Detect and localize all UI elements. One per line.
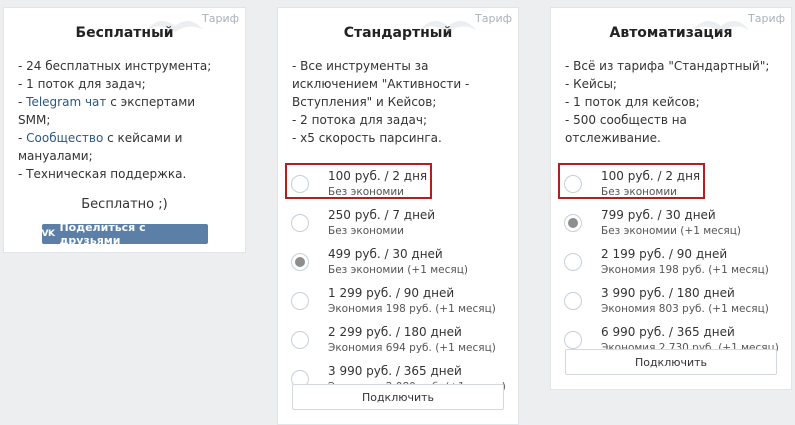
option-note: Без экономии (+1 месяц): [328, 264, 468, 276]
radio-button[interactable]: [291, 214, 309, 232]
feature-line: - 1 поток для кейсов;: [565, 95, 700, 109]
price-option[interactable]: 799 руб. / 30 дней Без экономии (+1 меся…: [551, 208, 791, 247]
option-price: 2 299 руб. / 180 дней: [328, 325, 462, 339]
option-price: 3 990 руб. / 180 дней: [601, 286, 735, 300]
feature-line: - 24 бесплатных инструмента;: [18, 59, 212, 73]
option-note: Экономия 198 руб. (+1 месяц): [601, 264, 769, 276]
feature-list: - 24 бесплатных инструмента; - 1 поток д…: [18, 57, 245, 183]
option-note: Экономия 803 руб. (+1 месяц): [601, 303, 769, 315]
feature-line: - Сообщество с кейсами и: [18, 131, 183, 145]
option-note: Без экономии: [328, 186, 404, 198]
price-option[interactable]: 2 199 руб. / 90 дней Экономия 198 руб. (…: [551, 247, 791, 286]
option-price: 2 199 руб. / 90 дней: [601, 247, 728, 261]
share-with-friends-button[interactable]: VK Поделиться с друзьями: [41, 221, 208, 247]
feature-line: - Telegram чат с экспертами: [18, 95, 196, 109]
option-price: 100 руб. / 2 дня: [601, 169, 701, 183]
bird-watermark-icon: [420, 20, 476, 32]
radio-button[interactable]: [291, 175, 309, 193]
card-title: Стандартный: [343, 25, 453, 41]
card-title: Бесплатный: [75, 25, 174, 41]
community-link[interactable]: Сообщество: [26, 131, 103, 145]
tariff-tag: Тариф: [475, 12, 512, 25]
bird-watermark-icon: [147, 20, 203, 32]
feature-line: мануалами;: [18, 149, 93, 163]
radio-button-selected[interactable]: [564, 214, 582, 232]
radio-button[interactable]: [564, 292, 582, 310]
vk-icon: VK: [41, 229, 55, 239]
feature-line: - Техническая поддержка.: [18, 167, 187, 181]
tariff-card-automation: Тариф Автоматизация - Всё из тарифа "Ста…: [550, 7, 792, 390]
option-price: 3 990 руб. / 365 дней: [328, 364, 462, 378]
free-price-text: Бесплатно ;): [81, 197, 168, 212]
telegram-chat-link[interactable]: Telegram чат: [26, 95, 106, 109]
option-price: 1 299 руб. / 90 дней: [328, 286, 455, 300]
feature-line: исключением "Активности -: [292, 77, 470, 91]
bird-watermark-icon: [693, 20, 749, 32]
radio-button-selected[interactable]: [291, 253, 309, 271]
feature-line: Вступления" и Кейсов;: [292, 95, 437, 109]
feature-list: - Все инструменты за исключением "Активн…: [292, 57, 518, 147]
price-option[interactable]: 1 299 руб. / 90 дней Экономия 198 руб. (…: [278, 286, 518, 325]
radio-button[interactable]: [291, 331, 309, 349]
radio-button[interactable]: [564, 175, 582, 193]
feature-line: - Все инструменты за: [292, 59, 429, 73]
feature-line: - х5 скорость парсинга.: [292, 131, 442, 145]
option-note: Без экономии (+1 месяц): [601, 225, 741, 237]
option-note: Без экономии: [328, 225, 404, 237]
feature-line: - Всё из тарифа "Стандартный";: [565, 59, 770, 73]
price-option[interactable]: 250 руб. / 7 дней Без экономии: [278, 208, 518, 247]
option-price: 6 990 руб. / 365 дней: [601, 325, 735, 339]
option-price: 250 руб. / 7 дней: [328, 208, 436, 222]
option-price: 100 руб. / 2 дня: [328, 169, 428, 183]
feature-line: - 1 поток для задач;: [18, 77, 146, 91]
feature-line: - 500 сообществ на: [565, 113, 687, 127]
option-note: Экономия 694 руб. (+1 месяц): [328, 342, 496, 354]
option-price: 499 руб. / 30 дней: [328, 247, 443, 261]
price-option[interactable]: 2 299 руб. / 180 дней Экономия 694 руб. …: [278, 325, 518, 364]
radio-button[interactable]: [564, 253, 582, 271]
option-note: Без экономии: [601, 186, 677, 198]
feature-line: - Кейсы;: [565, 77, 617, 91]
option-note: Экономия 198 руб. (+1 месяц): [328, 303, 496, 315]
connect-button[interactable]: Подключить: [292, 384, 504, 410]
feature-list: - Всё из тарифа "Стандартный"; - Кейсы; …: [565, 57, 791, 147]
radio-button[interactable]: [564, 331, 582, 349]
connect-button[interactable]: Подключить: [565, 349, 777, 375]
price-options: 100 руб. / 2 дня Без экономии 799 руб. /…: [551, 163, 791, 364]
share-button-label: Поделиться с друзьями: [59, 221, 146, 247]
card-title: Автоматизация: [609, 25, 733, 41]
price-options: 100 руб. / 2 дня Без экономии 250 руб. /…: [278, 163, 518, 403]
price-option[interactable]: 3 990 руб. / 180 дней Экономия 803 руб. …: [551, 286, 791, 325]
price-option[interactable]: 499 руб. / 30 дней Без экономии (+1 меся…: [278, 247, 518, 286]
feature-line: - 2 потока для задач;: [292, 113, 428, 127]
feature-line: отслеживание.: [565, 131, 661, 145]
tariff-tag: Тариф: [748, 12, 785, 25]
tariff-tag: Тариф: [202, 12, 239, 25]
option-price: 799 руб. / 30 дней: [601, 208, 716, 222]
feature-line: SMM;: [18, 113, 51, 127]
tariff-card-free: Тариф Бесплатный - 24 бесплатных инструм…: [3, 7, 246, 253]
radio-button[interactable]: [291, 292, 309, 310]
price-option[interactable]: 100 руб. / 2 дня Без экономии: [278, 163, 518, 208]
tariff-card-standard: Тариф Стандартный - Все инструменты за и…: [277, 7, 519, 425]
price-option[interactable]: 100 руб. / 2 дня Без экономии: [551, 163, 791, 208]
